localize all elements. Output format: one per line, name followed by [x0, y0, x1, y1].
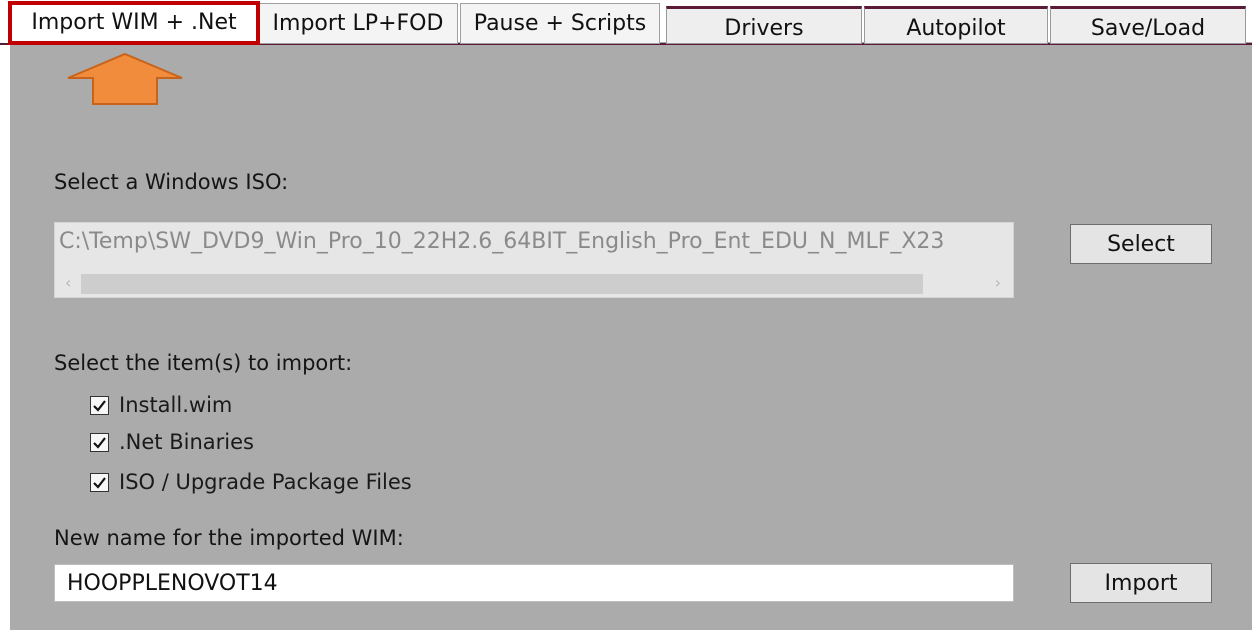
- check-icon: [93, 476, 106, 489]
- iso-path-field[interactable]: C:\Temp\SW_DVD9_Win_Pro_10_22H2.6_64BIT_…: [54, 222, 1014, 298]
- tab-save-load[interactable]: Save/Load: [1050, 6, 1246, 44]
- scroll-left-icon[interactable]: ‹: [65, 273, 71, 292]
- checkbox-install-wim[interactable]: Install.wim: [90, 390, 232, 420]
- scroll-thumb[interactable]: [81, 274, 923, 294]
- iso-path-text: C:\Temp\SW_DVD9_Win_Pro_10_22H2.6_64BIT_…: [59, 229, 945, 254]
- tab-autopilot[interactable]: Autopilot: [864, 6, 1048, 44]
- tab-pause-scripts[interactable]: Pause + Scripts: [460, 3, 660, 44]
- checkbox[interactable]: [90, 432, 109, 452]
- up-arrow-icon: [67, 52, 183, 105]
- select-button[interactable]: Select: [1070, 224, 1212, 264]
- wim-name-input[interactable]: [54, 564, 1014, 602]
- iso-path-scrollbar[interactable]: ‹ ›: [55, 271, 1013, 297]
- checkbox-label: Install.wim: [119, 393, 233, 417]
- checkbox-iso-upgrade-files[interactable]: ISO / Upgrade Package Files: [90, 467, 412, 497]
- tab-label: Import WIM + .Net: [31, 10, 237, 35]
- tab-label: Drivers: [724, 16, 804, 41]
- checkbox-net-binaries[interactable]: .Net Binaries: [90, 427, 254, 457]
- scroll-right-icon[interactable]: ›: [995, 273, 1001, 292]
- items-label: Select the item(s) to import:: [54, 351, 353, 375]
- check-icon: [93, 399, 106, 412]
- tab-label: Pause + Scripts: [473, 11, 647, 36]
- checkbox-label: ISO / Upgrade Package Files: [119, 470, 412, 494]
- checkbox[interactable]: [90, 395, 109, 415]
- wim-name-label: New name for the imported WIM:: [54, 526, 404, 550]
- check-icon: [93, 436, 106, 449]
- import-button[interactable]: Import: [1070, 563, 1212, 603]
- tab-drivers[interactable]: Drivers: [666, 6, 862, 44]
- tab-label: Save/Load: [1090, 16, 1206, 41]
- checkbox-label: .Net Binaries: [119, 430, 254, 454]
- iso-label: Select a Windows ISO:: [54, 170, 289, 194]
- tab-label: Autopilot: [906, 16, 1006, 41]
- checkbox[interactable]: [90, 472, 109, 492]
- tab-label: Import LP+FOD: [272, 11, 444, 36]
- tab-import-wim-net[interactable]: Import WIM + .Net: [8, 1, 260, 45]
- tab-import-lp-fod[interactable]: Import LP+FOD: [258, 3, 458, 44]
